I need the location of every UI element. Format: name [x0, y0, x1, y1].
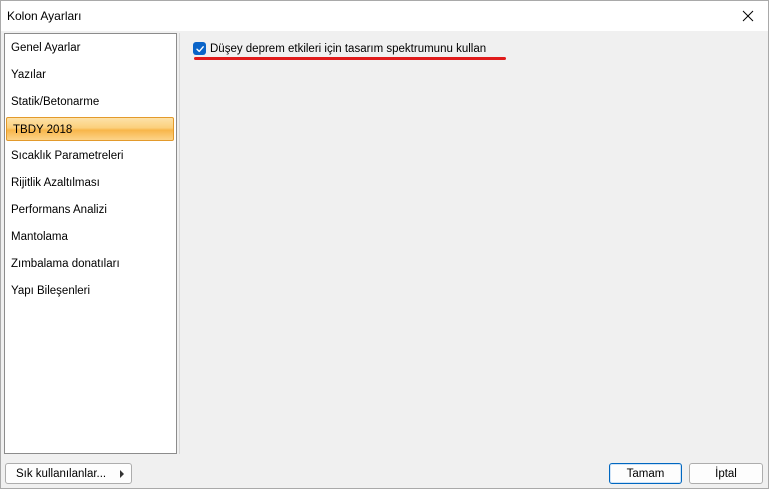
sidebar-item-label: Yazılar [11, 69, 46, 81]
cancel-button-label: İptal [715, 467, 737, 480]
window-title: Kolon Ayarları [7, 9, 82, 23]
dialog-button-bar: Sık kullanılanlar... Tamam İptal [1, 456, 768, 488]
sidebar-item-zimbalama-donatilari[interactable]: Zımbalama donatıları [5, 252, 176, 276]
sidebar-item-mantolama[interactable]: Mantolama [5, 225, 176, 249]
settings-content-panel: Düşey deprem etkileri için tasarım spekt… [179, 33, 768, 454]
ok-button-label: Tamam [626, 467, 665, 480]
sidebar-item-label: Rijitlik Azaltılması [11, 177, 100, 189]
close-icon [742, 10, 754, 22]
sidebar-item-label: Statik/Betonarme [11, 96, 100, 108]
sidebar-item-yapi-bilesenleri[interactable]: Yapı Bileşenleri [5, 279, 176, 303]
sidebar-item-label: Genel Ayarlar [11, 42, 81, 54]
sidebar-item-label: Yapı Bileşenleri [11, 285, 91, 297]
checkmark-icon [195, 45, 204, 52]
vertical-spectrum-checkbox-label: Düşey deprem etkileri için tasarım spekt… [210, 42, 487, 55]
cancel-button[interactable]: İptal [689, 463, 763, 484]
chevron-right-icon [120, 470, 124, 478]
frequently-used-button[interactable]: Sık kullanılanlar... [5, 463, 132, 484]
highlight-underline [194, 57, 506, 60]
sidebar-item-label: Sıcaklık Parametreleri [11, 150, 124, 162]
sidebar-item-label: Zımbalama donatıları [11, 258, 120, 270]
sidebar-item-label: Mantolama [11, 231, 68, 243]
title-bar: Kolon Ayarları [1, 1, 768, 31]
settings-category-list: Genel Ayarlar Yazılar Statik/Betonarme T… [4, 33, 177, 454]
sidebar-item-label: TBDY 2018 [13, 124, 73, 136]
sidebar-item-label: Performans Analizi [11, 204, 107, 216]
frequently-used-label: Sık kullanılanlar... [16, 467, 107, 480]
sidebar-item-tbdy-2018[interactable]: TBDY 2018 [6, 117, 174, 141]
sidebar-item-sicaklik-parametreleri[interactable]: Sıcaklık Parametreleri [5, 144, 176, 168]
sidebar-item-statik-betonarme[interactable]: Statik/Betonarme [5, 90, 176, 114]
vertical-spectrum-checkbox[interactable] [193, 42, 206, 55]
ok-button[interactable]: Tamam [609, 463, 682, 484]
sidebar-item-genel-ayarlar[interactable]: Genel Ayarlar [5, 36, 176, 60]
vertical-spectrum-checkbox-row[interactable]: Düşey deprem etkileri için tasarım spekt… [193, 42, 486, 55]
sidebar-item-yazilar[interactable]: Yazılar [5, 63, 176, 87]
close-button[interactable] [728, 1, 768, 31]
settings-dialog: Kolon Ayarları Genel Ayarlar Yazılar Sta… [0, 0, 769, 489]
sidebar-item-rijitlik-azaltilmasi[interactable]: Rijitlik Azaltılması [5, 171, 176, 195]
sidebar-item-performans-analizi[interactable]: Performans Analizi [5, 198, 176, 222]
